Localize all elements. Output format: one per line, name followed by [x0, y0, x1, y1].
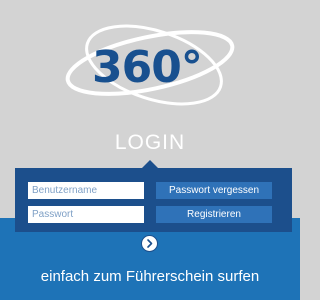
password-input[interactable] — [28, 206, 144, 223]
submit-button[interactable] — [141, 235, 158, 252]
logo-360: 360° — [62, 20, 238, 106]
username-input[interactable] — [28, 182, 144, 199]
panel-pointer — [142, 160, 158, 168]
tagline: einfach zum Führerschein surfen — [40, 268, 260, 285]
logo-text: 360° — [92, 42, 203, 93]
register-button[interactable]: Registrieren — [156, 206, 272, 223]
chevron-right-icon — [147, 239, 153, 248]
login-title: LOGIN — [114, 131, 186, 154]
forgot-password-button[interactable]: Passwort vergessen — [156, 182, 272, 199]
